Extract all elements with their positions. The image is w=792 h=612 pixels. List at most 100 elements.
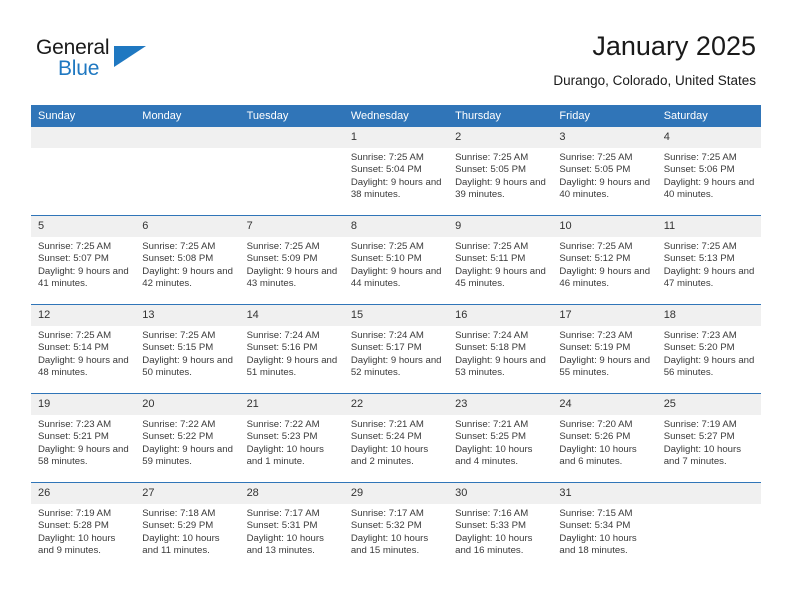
calendar-day-cell[interactable]: 14 Sunrise: 7:24 AM Sunset: 5:16 PM Dayligh…: [239, 304, 344, 394]
sunrise-text: Sunrise: 7:25 AM: [455, 241, 529, 252]
sunset-text: Sunset: 5:26 PM: [559, 431, 631, 443]
calendar-day-cell[interactable]: 15 Sunrise: 7:24 AM Sunset: 5:17 PM Dayligh…: [343, 304, 449, 394]
calendar-day-cell[interactable]: 2 Sunrise: 7:25 AM Sunset: 5:05 PM Daylight…: [448, 127, 553, 216]
calendar-day-cell[interactable]: 4 Sunrise: 7:25 AM Sunset: 5:06 PM Daylight…: [656, 127, 761, 216]
calendar-day-cell[interactable]: 19 Sunrise: 7:23 AM Sunset: 5:21 PM Dayligh…: [31, 393, 136, 483]
calendar-day-cell[interactable]: 7 Sunrise: 7:25 AM Sunset: 5:09 PM Daylight…: [239, 215, 344, 305]
day-details: Sunrise: 7:25 AM Sunset: 5:04 PM Daylight:…: [344, 148, 448, 202]
daylight-text: Daylight: 9 hours and 52 minutes.: [350, 354, 442, 379]
sunset-text: Sunset: 5:09 PM: [246, 253, 318, 265]
day-details: Sunrise: 7:22 AM Sunset: 5:23 PM Daylight:…: [240, 415, 344, 469]
page-subtitle: Durango, Colorado, United States: [553, 73, 756, 88]
day-number: 8: [343, 216, 449, 237]
daylight-text: Daylight: 9 hours and 40 minutes.: [663, 176, 755, 201]
calendar-day-cell[interactable]: 9 Sunrise: 7:25 AM Sunset: 5:11 PM Daylight…: [448, 215, 553, 305]
calendar-week-row: 5 Sunrise: 7:25 AM Sunset: 5:07 PM Daylight…: [31, 215, 761, 305]
calendar-day-cell[interactable]: 10 Sunrise: 7:25 AM Sunset: 5:12 PM Dayligh…: [552, 215, 657, 305]
sunset-text: Sunset: 5:11 PM: [455, 253, 526, 265]
calendar-day-cell[interactable]: 3 Sunrise: 7:25 AM Sunset: 5:05 PM Daylight…: [552, 127, 657, 216]
sunrise-text: Sunrise: 7:25 AM: [559, 152, 633, 163]
weekday-header-wednesday: Wednesday: [343, 105, 449, 127]
calendar-day-cell[interactable]: 11 Sunrise: 7:25 AM Sunset: 5:13 PM Dayligh…: [656, 215, 761, 305]
sunrise-text: Sunrise: 7:16 AM: [455, 508, 529, 519]
sunrise-text: Sunrise: 7:24 AM: [246, 330, 320, 341]
sunset-text: Sunset: 5:17 PM: [350, 342, 422, 354]
calendar-day-cell[interactable]: 5 Sunrise: 7:25 AM Sunset: 5:07 PM Daylight…: [31, 215, 136, 305]
day-details: Sunrise: 7:25 AM Sunset: 5:14 PM Daylight:…: [31, 326, 135, 380]
day-details: Sunrise: 7:23 AM Sunset: 5:21 PM Daylight:…: [31, 415, 135, 469]
calendar-day-cell[interactable]: 13 Sunrise: 7:25 AM Sunset: 5:15 PM Dayligh…: [135, 304, 240, 394]
calendar-day-cell[interactable]: 17 Sunrise: 7:23 AM Sunset: 5:19 PM Dayligh…: [552, 304, 657, 394]
day-number: 20: [135, 394, 240, 415]
daylight-text: Daylight: 9 hours and 55 minutes.: [559, 354, 651, 379]
sunset-text: Sunset: 5:05 PM: [559, 164, 631, 176]
calendar-week-row: 19 Sunrise: 7:23 AM Sunset: 5:21 PM Dayligh…: [31, 393, 761, 483]
calendar-day-cell[interactable]: 23 Sunrise: 7:21 AM Sunset: 5:25 PM Dayligh…: [448, 393, 553, 483]
day-details: Sunrise: 7:25 AM Sunset: 5:11 PM Daylight:…: [448, 237, 552, 291]
day-details: Sunrise: 7:25 AM Sunset: 5:13 PM Daylight:…: [657, 237, 761, 291]
daylight-text: Daylight: 9 hours and 38 minutes.: [350, 176, 442, 201]
calendar-day-cell[interactable]: 21 Sunrise: 7:22 AM Sunset: 5:23 PM Dayligh…: [239, 393, 344, 483]
day-number: 7: [239, 216, 344, 237]
daylight-text: Daylight: 9 hours and 51 minutes.: [246, 354, 338, 379]
general-blue-logo[interactable]: General Blue: [36, 36, 156, 84]
day-number: 25: [656, 394, 761, 415]
calendar-day-cell[interactable]: 12 Sunrise: 7:25 AM Sunset: 5:14 PM Dayligh…: [31, 304, 136, 394]
calendar-day-cell[interactable]: 24 Sunrise: 7:20 AM Sunset: 5:26 PM Dayligh…: [552, 393, 657, 483]
day-details: Sunrise: 7:17 AM Sunset: 5:31 PM Daylight:…: [240, 504, 344, 558]
calendar-day-cell[interactable]: 18 Sunrise: 7:23 AM Sunset: 5:20 PM Dayligh…: [656, 304, 761, 394]
sunrise-text: Sunrise: 7:25 AM: [38, 330, 112, 341]
calendar-day-cell[interactable]: 30 Sunrise: 7:16 AM Sunset: 5:33 PM Dayligh…: [448, 482, 553, 571]
title-block: January 2025 Durango, Colorado, United S…: [553, 30, 756, 89]
day-details: Sunrise: 7:24 AM Sunset: 5:17 PM Daylight:…: [344, 326, 448, 380]
calendar-table: Sunday Monday Tuesday Wednesday Thursday…: [31, 105, 761, 571]
daylight-text: Daylight: 10 hours and 15 minutes.: [350, 532, 429, 557]
calendar-day-cell[interactable]: 16 Sunrise: 7:24 AM Sunset: 5:18 PM Dayligh…: [448, 304, 553, 394]
sunrise-text: Sunrise: 7:23 AM: [663, 330, 737, 341]
calendar-day-cell[interactable]: 22 Sunrise: 7:21 AM Sunset: 5:24 PM Dayligh…: [343, 393, 449, 483]
sunrise-text: Sunrise: 7:25 AM: [663, 152, 737, 163]
day-number: 12: [31, 305, 136, 326]
sunset-text: Sunset: 5:24 PM: [350, 431, 422, 443]
calendar-day-cell[interactable]: 26 Sunrise: 7:19 AM Sunset: 5:28 PM Dayligh…: [31, 482, 136, 571]
calendar-day-cell[interactable]: 1 Sunrise: 7:25 AM Sunset: 5:04 PM Daylight…: [343, 127, 449, 216]
calendar-day-cell[interactable]: 20 Sunrise: 7:22 AM Sunset: 5:22 PM Dayligh…: [135, 393, 240, 483]
day-number: [135, 127, 240, 148]
sunset-text: Sunset: 5:18 PM: [455, 342, 527, 354]
calendar-day-cell[interactable]: 27 Sunrise: 7:18 AM Sunset: 5:29 PM Dayligh…: [135, 482, 240, 571]
calendar-day-cell[interactable]: 31 Sunrise: 7:15 AM Sunset: 5:34 PM Dayligh…: [552, 482, 657, 571]
daylight-text: Daylight: 10 hours and 7 minutes.: [663, 443, 742, 468]
day-details: Sunrise: 7:16 AM Sunset: 5:33 PM Daylight:…: [448, 504, 552, 558]
calendar-day-cell[interactable]: 6 Sunrise: 7:25 AM Sunset: 5:08 PM Daylight…: [135, 215, 240, 305]
daylight-text: Daylight: 9 hours and 43 minutes.: [246, 265, 338, 290]
day-details: Sunrise: 7:25 AM Sunset: 5:05 PM Daylight:…: [448, 148, 552, 202]
weekday-header-saturday: Saturday: [656, 105, 761, 127]
day-number: 28: [239, 483, 344, 504]
day-details: Sunrise: 7:19 AM Sunset: 5:28 PM Daylight:…: [31, 504, 135, 558]
page-header: General Blue January 2025 Durango, Color…: [0, 0, 792, 100]
day-details: Sunrise: 7:25 AM Sunset: 5:06 PM Daylight:…: [657, 148, 761, 202]
sunrise-text: Sunrise: 7:21 AM: [455, 419, 529, 430]
calendar-day-cell[interactable]: 28 Sunrise: 7:17 AM Sunset: 5:31 PM Dayligh…: [239, 482, 344, 571]
daylight-text: Daylight: 9 hours and 40 minutes.: [559, 176, 651, 201]
calendar-day-cell[interactable]: 29 Sunrise: 7:17 AM Sunset: 5:32 PM Dayligh…: [343, 482, 449, 571]
calendar-day-cell-empty: [31, 127, 136, 216]
sunrise-text: Sunrise: 7:25 AM: [455, 152, 529, 163]
sunrise-text: Sunrise: 7:25 AM: [559, 241, 633, 252]
day-number: 18: [656, 305, 761, 326]
calendar-day-cell[interactable]: 25 Sunrise: 7:19 AM Sunset: 5:27 PM Dayligh…: [656, 393, 761, 483]
calendar-day-cell[interactable]: 8 Sunrise: 7:25 AM Sunset: 5:10 PM Daylight…: [343, 215, 449, 305]
weekday-header-friday: Friday: [552, 105, 657, 127]
sunset-text: Sunset: 5:32 PM: [350, 520, 422, 532]
sunset-text: Sunset: 5:31 PM: [246, 520, 318, 532]
weekday-header-thursday: Thursday: [448, 105, 553, 127]
day-number: [31, 127, 136, 148]
daylight-text: Daylight: 10 hours and 13 minutes.: [246, 532, 324, 557]
sunset-text: Sunset: 5:34 PM: [559, 520, 631, 532]
daylight-text: Daylight: 9 hours and 44 minutes.: [350, 265, 442, 290]
calendar-page: General Blue January 2025 Durango, Color…: [0, 0, 792, 612]
day-details: Sunrise: 7:21 AM Sunset: 5:25 PM Daylight:…: [448, 415, 552, 469]
calendar-week-row: 26 Sunrise: 7:19 AM Sunset: 5:28 PM Dayligh…: [31, 482, 761, 571]
day-number: 11: [656, 216, 761, 237]
sunset-text: Sunset: 5:10 PM: [350, 253, 422, 265]
